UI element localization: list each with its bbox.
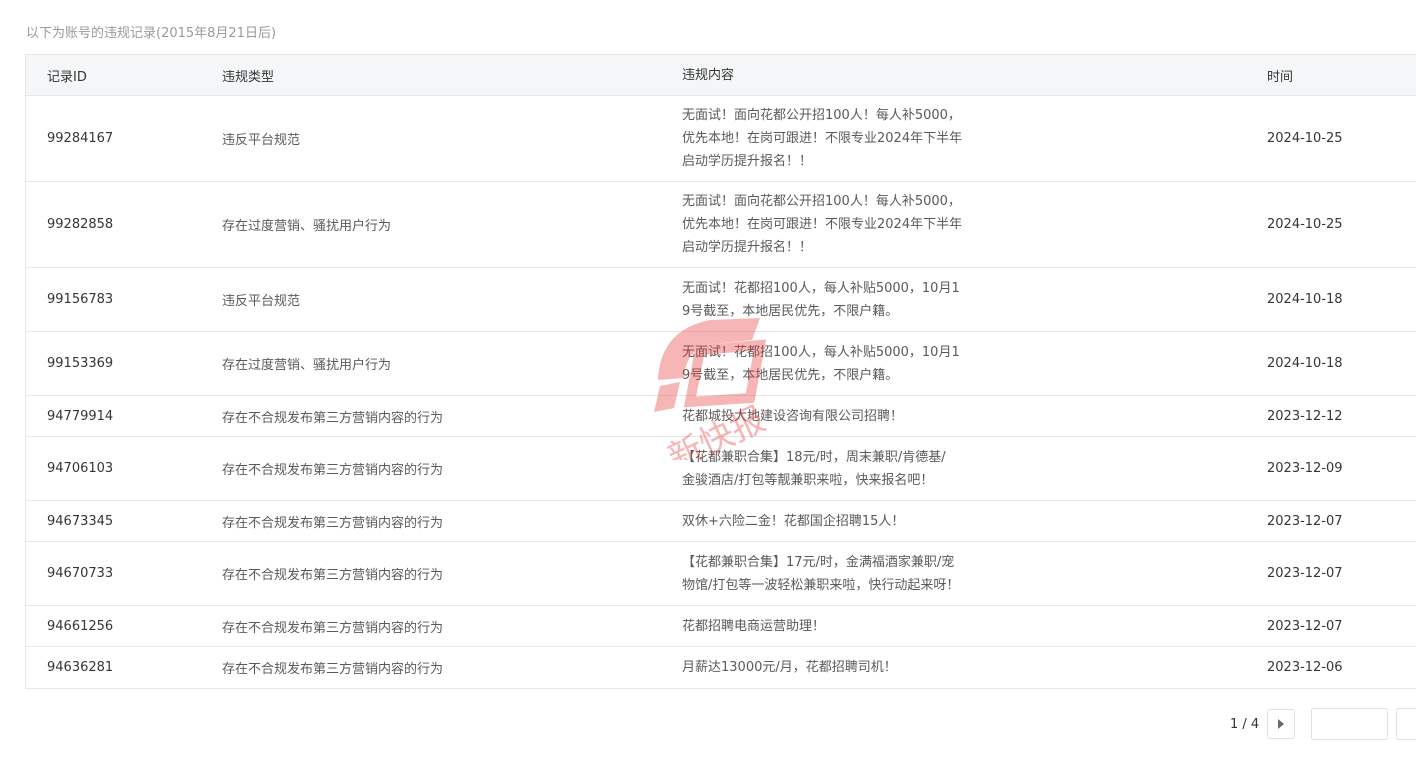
record-time: 2023-12-07	[1267, 566, 1343, 581]
table-row: 99156783 违反平台规范 无面试！花都招100人，每人补贴5000，10月1 9…	[26, 268, 1416, 332]
record-id: 94779914	[47, 408, 114, 424]
violation-type: 存在不合规发布第三方营销内容的行为	[222, 515, 444, 531]
violation-content-line: 花都招聘电商运营助理！	[682, 618, 826, 634]
page-indicator: 1 / 4	[1230, 716, 1260, 732]
violation-records-table: 记录ID 违规类型 违规内容 时间 99284167 违反平台规范 无面试！面向花都…	[25, 54, 1416, 689]
record-id: 94706103	[47, 461, 114, 476]
violation-content-line: 物馆/打包等一波轻松兼职来啦，快行动起来呀！	[682, 577, 960, 593]
table-header: 记录ID 违规类型 违规内容 时间	[26, 55, 1416, 96]
violation-type: 存在不合规发布第三方营销内容的行为	[222, 568, 444, 583]
table-row: 94779914 存在不合规发布第三方营销内容的行为 花都城投大地建设咨询有限公司招…	[26, 396, 1416, 437]
violation-content: 花都招聘电商运营助理！	[682, 615, 992, 638]
violation-content: 无面试！面向花都公开招100人！每人补5000， 优先本地！在岗可跟进！不限专业2…	[682, 190, 992, 259]
violation-content-line: 优先本地！在岗可跟进！不限专业2024年下半年	[682, 217, 963, 232]
column-header-content: 违规内容	[682, 67, 735, 83]
column-header-time: 时间	[1267, 69, 1294, 85]
pagination: 1 / 4	[1230, 708, 1296, 740]
violation-content: 【花都兼职合集】17元/时，金满福酒家兼职/宠 物馆/打包等一波轻松兼职来啦，快行…	[682, 551, 992, 597]
violation-content-line: 双休+六险二金！花都国企招聘15人！	[682, 513, 905, 529]
record-id: 94661256	[47, 618, 114, 634]
table-row: 99284167 违反平台规范 无面试！面向花都公开招100人！每人补5000， 优先…	[26, 96, 1416, 182]
record-id: 94670733	[47, 566, 114, 581]
violation-content-line: 金骏酒店/打包等靓兼职来啦，快来报名吧！	[682, 472, 934, 488]
table-row: 94636281 存在不合规发布第三方营销内容的行为 月薪达13000元/月，花都招…	[26, 647, 1416, 688]
column-header-type: 违规类型	[222, 69, 275, 85]
table-row: 94706103 存在不合规发布第三方营销内容的行为 【花都兼职合集】18元/时，周…	[26, 437, 1416, 501]
violation-type: 存在不合规发布第三方营销内容的行为	[222, 463, 444, 478]
violation-content: 月薪达13000元/月，花都招聘司机！	[682, 656, 992, 679]
violation-content-line: 9号截至，本地居民优先，不限户籍。	[682, 303, 899, 319]
record-time: 2024-10-18	[1267, 356, 1343, 371]
triangle-right-icon	[1278, 719, 1285, 729]
column-header-id: 记录ID	[47, 69, 87, 85]
violation-type: 存在过度营销、骚扰用户行为	[222, 219, 392, 234]
violation-content-line: 启动学历提升报名！！	[682, 240, 813, 255]
page-number-input[interactable]	[1311, 708, 1388, 740]
next-page-button[interactable]	[1267, 709, 1296, 739]
table-body: 99284167 违反平台规范 无面试！面向花都公开招100人！每人补5000， 优先…	[26, 96, 1416, 688]
violation-content: 双休+六险二金！花都国企招聘15人！	[682, 510, 992, 533]
violation-content-line: 无面试！花都招100人，每人补贴5000，10月1	[682, 344, 960, 360]
record-time: 2024-10-25	[1267, 131, 1343, 146]
violation-content-line: 无面试！面向花都公开招100人！每人补5000，	[682, 108, 961, 123]
violation-content: 花都城投大地建设咨询有限公司招聘！	[682, 405, 992, 428]
record-time: 2024-10-25	[1267, 217, 1343, 232]
violation-type: 存在不合规发布第三方营销内容的行为	[222, 662, 444, 677]
table-row: 99282858 存在过度营销、骚扰用户行为 无面试！面向花都公开招100人！每人补…	[26, 182, 1416, 268]
go-page-button[interactable]	[1396, 708, 1416, 740]
violation-content-line: 花都城投大地建设咨询有限公司招聘！	[682, 408, 904, 424]
record-id: 99156783	[47, 292, 114, 307]
violation-type: 违反平台规范	[222, 133, 301, 148]
record-id: 99284167	[47, 131, 114, 146]
table-row: 94661256 存在不合规发布第三方营销内容的行为 花都招聘电商运营助理！ 2023…	[26, 606, 1416, 647]
violation-type: 存在不合规发布第三方营销内容的行为	[222, 410, 444, 426]
violation-content: 无面试！花都招100人，每人补贴5000，10月1 9号截至，本地居民优先，不限户…	[682, 341, 992, 387]
violation-content-line: 无面试！面向花都公开招100人！每人补5000，	[682, 194, 961, 209]
record-time: 2024-10-18	[1267, 292, 1343, 307]
record-id: 94673345	[47, 513, 114, 529]
table-row: 94673345 存在不合规发布第三方营销内容的行为 双休+六险二金！花都国企招聘1…	[26, 501, 1416, 542]
violation-content-line: 无面试！花都招100人，每人补贴5000，10月1	[682, 280, 960, 296]
violation-content: 【花都兼职合集】18元/时，周末兼职/肯德基/金骏酒店/打包等靓兼职来啦，快来报…	[682, 446, 992, 492]
record-time: 2023-12-07	[1267, 513, 1343, 529]
violation-content-line: 【花都兼职合集】18元/时，周末兼职/肯德基/	[682, 449, 946, 465]
violation-type: 违反平台规范	[222, 294, 301, 309]
violation-type: 存在过度营销、骚扰用户行为	[222, 358, 392, 373]
violation-content-line: 月薪达13000元/月，花都招聘司机！	[682, 660, 897, 675]
violation-content-line: 【花都兼职合集】17元/时，金满福酒家兼职/宠	[682, 554, 955, 570]
record-id: 99153369	[47, 356, 114, 371]
violation-content-line: 优先本地！在岗可跟进！不限专业2024年下半年	[682, 131, 963, 146]
record-time: 2023-12-12	[1267, 408, 1343, 424]
records-caption: 以下为账号的违规记录(2015年8月21日后)	[26, 26, 277, 41]
record-time: 2023-12-07	[1267, 618, 1343, 634]
violation-type: 存在不合规发布第三方营销内容的行为	[222, 620, 444, 636]
violation-content-line: 9号截至，本地居民优先，不限户籍。	[682, 367, 899, 383]
record-id: 94636281	[47, 660, 114, 675]
record-id: 99282858	[47, 217, 114, 232]
violation-content: 无面试！花都招100人，每人补贴5000，10月1 9号截至，本地居民优先，不限户…	[682, 277, 992, 323]
record-time: 2023-12-09	[1267, 461, 1343, 476]
violation-content-line: 启动学历提升报名！！	[682, 154, 813, 169]
record-time: 2023-12-06	[1267, 660, 1343, 675]
table-row: 99153369 存在过度营销、骚扰用户行为 无面试！花都招100人，每人补贴500…	[26, 332, 1416, 396]
table-row: 94670733 存在不合规发布第三方营销内容的行为 【花都兼职合集】17元/时，金…	[26, 542, 1416, 606]
violation-content: 无面试！面向花都公开招100人！每人补5000， 优先本地！在岗可跟进！不限专业2…	[682, 104, 992, 173]
